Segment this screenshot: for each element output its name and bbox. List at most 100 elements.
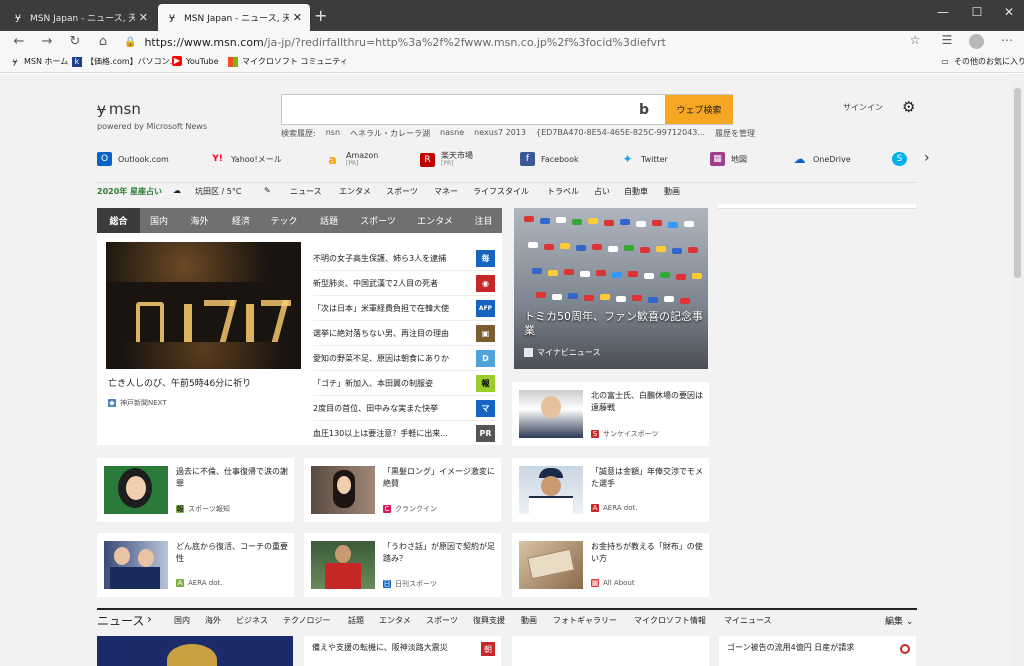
section-link[interactable]: 話題 <box>348 615 364 626</box>
favorite-star-icon[interactable]: ☆ <box>906 33 924 47</box>
nav-money[interactable]: マネー <box>434 186 458 197</box>
news-card[interactable]: ゴーン被告の流用4億円 日産が請求 <box>719 636 916 666</box>
tab-sogo[interactable]: 総合 <box>97 208 140 233</box>
tab-entame[interactable]: エンタメ <box>405 208 465 233</box>
weather-link[interactable]: 坑田区 / 5°C <box>195 186 241 197</box>
manage-history-link[interactable]: 履歴を管理 <box>715 128 755 139</box>
section-link[interactable]: マイニュース <box>724 615 772 626</box>
browser-tab-active[interactable]: ɏ MSN Japan - ニュース, 天気, メール ✕ <box>158 4 310 31</box>
shortcut-outlook[interactable]: O Outlook.com <box>97 152 169 166</box>
refresh-icon[interactable]: ↻ <box>66 33 84 51</box>
page-scrollbar[interactable] <box>1011 74 1024 666</box>
msn-logo[interactable]: ɏ msn <box>97 100 141 118</box>
nav-auto[interactable]: 自動車 <box>624 186 648 197</box>
nav-video[interactable]: 動画 <box>664 186 680 197</box>
web-search-button[interactable]: ウェブ検索 <box>665 95 733 124</box>
chevron-right-icon[interactable]: › <box>147 612 152 626</box>
shortcut-twitter[interactable]: ✦ Twitter <box>620 152 667 166</box>
favorites-list-icon[interactable]: ☰ <box>938 33 956 47</box>
section-link[interactable]: 海外 <box>205 615 221 626</box>
section-link[interactable]: フォトギャラリー <box>553 615 617 626</box>
map-icon: ▦ <box>710 152 725 166</box>
bookmark-msn[interactable]: ɏ MSN ホーム <box>10 56 69 67</box>
tab-keizai[interactable]: 経済 <box>221 208 261 233</box>
list-item[interactable]: 「次は日本」米軍経費負担で在韓大使 <box>313 296 496 321</box>
nav-sports[interactable]: スポーツ <box>386 186 418 197</box>
other-favorites[interactable]: ▭ その他のお気に入り <box>940 56 1024 67</box>
back-icon[interactable]: ← <box>10 33 28 51</box>
section-title[interactable]: ニュース <box>97 612 144 629</box>
edit-location-icon[interactable]: ✎ <box>264 186 271 195</box>
msn-page: ɏ msn powered by Microsoft News b ウェブ検索 検… <box>0 74 1011 666</box>
list-item[interactable]: 血圧130以上は要注意？手軽に出来... <box>313 421 496 446</box>
history-item[interactable]: nexus7 2013 <box>474 128 526 139</box>
tab-kokunai[interactable]: 国内 <box>140 208 178 233</box>
section-link[interactable]: 国内 <box>174 615 190 626</box>
maximize-icon[interactable]: ☐ <box>962 5 992 19</box>
news-card[interactable]: 備えや支援の転機に、阪神淡路大震災 朝 <box>304 636 501 666</box>
list-item[interactable]: 愛知の野菜不足、原因は朝食にありか <box>313 346 496 371</box>
more-menu-icon[interactable]: ⋯ <box>998 33 1016 47</box>
new-tab-icon[interactable]: + <box>314 6 327 25</box>
list-item[interactable]: 不明の女子高生保護、姉ら3人を逮捕 <box>313 246 496 271</box>
forward-icon[interactable]: → <box>38 33 56 51</box>
bookmark-kakaku[interactable]: k 【価格.com】パソコン... <box>72 56 177 67</box>
nav-entame[interactable]: エンタメ <box>339 186 371 197</box>
section-link[interactable]: 動画 <box>521 615 537 626</box>
main-story-headline[interactable]: 亡き人しのび、午前5時46分に祈り <box>108 376 251 389</box>
nav-news[interactable]: ニュース <box>290 186 322 197</box>
nhk-icon: ◉ <box>476 275 495 292</box>
signin-link[interactable]: サインイン <box>843 102 883 113</box>
history-item[interactable]: nsn <box>326 128 340 139</box>
section-link[interactable]: テクノロジー <box>283 615 331 626</box>
list-item[interactable]: 選挙に絶対落ちない男、再注目の理由 <box>313 321 496 346</box>
shortcut-yahoo[interactable]: Y! Yahoo!メール <box>210 152 282 166</box>
list-item[interactable]: 新型肺炎、中国武漢で2人目の死者 <box>313 271 496 296</box>
scrollbar-thumb[interactable] <box>1014 88 1021 278</box>
chevron-right-icon[interactable]: › <box>924 150 930 166</box>
shortcut-amazon[interactable]: a Amazon [PR] <box>325 152 378 168</box>
shortcut-rakuten[interactable]: R 楽天市場 [PR] <box>420 152 473 168</box>
edit-section-button[interactable]: 編集 ⌄ <box>885 614 913 627</box>
section-link[interactable]: スポーツ <box>426 615 458 626</box>
tab-chumoku[interactable]: 注目 <box>465 208 502 233</box>
tab-kaigai[interactable]: 海外 <box>178 208 221 233</box>
shortcut-onedrive[interactable]: ☁ OneDrive <box>792 152 851 166</box>
history-item[interactable]: {ED7BA470-8E54-465E-825C-99712043... <box>536 128 705 139</box>
section-link[interactable]: マイクロソフト情報 <box>634 615 706 626</box>
profile-avatar[interactable] <box>969 34 984 49</box>
search-input[interactable] <box>282 95 632 124</box>
home-icon[interactable]: ⌂ <box>94 33 112 51</box>
bookmark-ms-community[interactable]: マイクロソフト コミュニティ <box>228 56 348 67</box>
section-link[interactable]: ビジネス <box>236 615 268 626</box>
close-tab-icon[interactable]: ✕ <box>139 11 148 24</box>
close-tab-icon[interactable]: ✕ <box>293 11 302 24</box>
section-link[interactable]: エンタメ <box>379 615 411 626</box>
shortcut-facebook[interactable]: f Facebook <box>520 152 579 166</box>
history-item[interactable]: ヘネラル・カレーラ湖 <box>350 128 430 139</box>
shortcut-skype[interactable]: S <box>892 152 913 166</box>
close-window-icon[interactable]: ✕ <box>994 5 1024 19</box>
gear-icon[interactable]: ⚙ <box>902 98 915 116</box>
news-card[interactable] <box>512 636 709 666</box>
browser-tab[interactable]: ɏ MSN Japan - ニュース, 天気, メール ✕ <box>4 4 156 31</box>
tab-wadai[interactable]: 話題 <box>307 208 351 233</box>
list-item[interactable]: 2度目の首位、田中みな実また快挙 <box>313 396 496 421</box>
card-title: 「うわさ話」が原因で契約が足踏み？ <box>383 542 495 563</box>
minimize-icon[interactable]: — <box>928 5 958 19</box>
bookmark-youtube[interactable]: ▶ YouTube <box>172 56 219 66</box>
list-item[interactable]: 「ゴチ」新加入、本田翼の制服姿 <box>313 371 496 396</box>
shortcut-map[interactable]: ▦ 地図 <box>710 152 747 166</box>
tab-sports[interactable]: スポーツ <box>351 208 405 233</box>
bottom-story-image[interactable] <box>97 636 293 666</box>
fortune-link[interactable]: 2020年 星座占い <box>97 186 162 197</box>
section-link[interactable]: 復興支援 <box>473 615 505 626</box>
tab-tech[interactable]: テック <box>261 208 307 233</box>
main-story-image[interactable] <box>106 242 301 369</box>
nav-lifestyle[interactable]: ライフスタイル <box>473 186 529 197</box>
nav-travel[interactable]: トラベル <box>547 186 579 197</box>
feature-story-image[interactable]: トミカ50周年、ファン歓喜の記念事業 マイナビニュース <box>514 208 708 369</box>
nav-fortune[interactable]: 占い <box>594 186 610 197</box>
address-bar[interactable]: 🔒 https://www.msn.com/ja-jp/?redirfallth… <box>124 32 924 52</box>
history-item[interactable]: nasne <box>440 128 464 139</box>
